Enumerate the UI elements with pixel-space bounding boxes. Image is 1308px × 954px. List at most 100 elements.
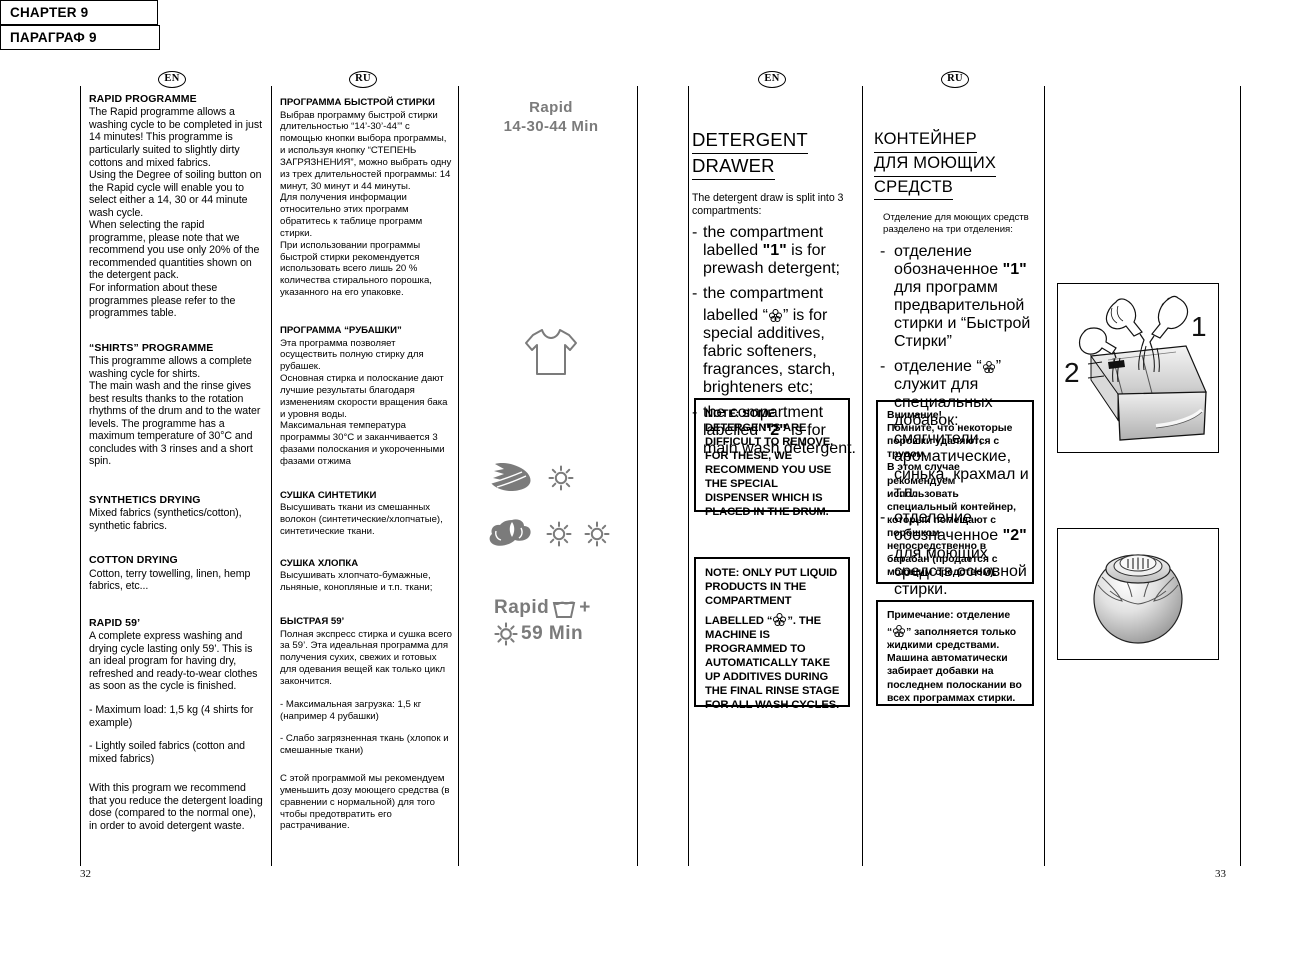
manual-spread: EN RU EN RU RAPID PROGRAMME The Rapid pr… (0, 0, 1308, 954)
bullet-dash: - (880, 357, 886, 375)
page-title-en-line2: DRAWER (692, 154, 775, 181)
column-rule (271, 86, 272, 866)
bullet-1-pre-ru: отделение обозначенное (894, 242, 1003, 278)
note-box-liquid-line1-ru: Примечание: отделение (887, 610, 1011, 621)
tshirt-icon-wrap (466, 326, 636, 378)
bullet-1-bold: "1" (762, 242, 787, 260)
note-label-post-ru: ” заполняется только жидкими средствами.… (887, 627, 1022, 704)
heading-shirts-programme-ru: ПРОГРАММА “РУБАШКИ” (280, 325, 402, 336)
page-number-left: 32 (80, 868, 91, 880)
dispenser-ball-illustration (1057, 528, 1219, 660)
en-programmes-column: RAPID PROGRAMME The Rapid programme allo… (89, 93, 263, 832)
chapter-label-en: CHAPTER 9 (10, 5, 89, 20)
column-rule (1044, 86, 1045, 866)
feather-icon (490, 463, 531, 492)
body-synthetics-drying-ru: Высушивать ткани из смешанных волокон (с… (280, 502, 443, 537)
rapid-59-bullet-fabrics: - Lightly soiled fabrics (cotton and mix… (89, 740, 246, 765)
rapid-59-minutes: 59 Min (521, 622, 584, 644)
note-box-liquid-line2-en: LABELLED “ ”. THE MACHINE IS PROGRAMMED … (705, 613, 840, 712)
sun-icon (494, 622, 518, 646)
body-cotton-drying: Cotton, terry towelling, linen, hemp fab… (89, 567, 251, 593)
bullet-dash: - (692, 285, 698, 303)
bullet-2-pre-ru: отделение “ (894, 357, 982, 375)
page-number-right: 33 (1215, 868, 1226, 880)
rapid-icon-label-line2: 14-30-44 Min (503, 118, 599, 136)
flower-icon (768, 309, 782, 323)
bullet-1-post-ru: для программ предварительной стирки и “Б… (894, 278, 1031, 350)
drawer-bullet-1-ru: - отделение обозначенное "1" для програм… (880, 243, 1042, 351)
rapid-59-word: Rapid (494, 597, 550, 619)
bullet-2-detail: labelled “ ” is for special additives, f… (703, 307, 856, 397)
drawer-bullet-1-en: - the compartment labelled "1" is for pr… (692, 224, 856, 278)
language-badge-en: EN (758, 71, 786, 88)
rapid-icon-label: Rapid 14-30-44 Min (466, 98, 636, 136)
drawer-bullet-2-en: - the compartment labelled “ ” is for sp… (692, 285, 856, 397)
body-rapid-programme-ru: Выбрав программу быстрой стирки длительн… (280, 109, 452, 299)
column-rule (637, 86, 638, 866)
note-box-liquid-ru: Примечание: отделение “ ” заполняется то… (876, 600, 1034, 706)
flower-icon (773, 613, 787, 627)
note-label-pre: LABELLED “ (705, 615, 773, 628)
body-synthetics-drying: Mixed fabrics (synthetics/cotton), synth… (89, 507, 242, 532)
language-badge-ru-label: RU (355, 73, 371, 85)
body-shirts-programme-ru: Эта программа позволяет осуществить полн… (280, 337, 448, 467)
body-cotton-drying-ru: Высушивать хлопчато-бумажные, льняные, к… (280, 570, 433, 594)
body-shirts-programme: This programme allows a complete washing… (89, 355, 261, 468)
bullet-dash: - (692, 224, 698, 242)
bullet-dash: - (880, 242, 886, 260)
body-rapid-programme: The Rapid programme allows a washing cyc… (89, 106, 263, 320)
drawer-intro-ru: Отделение для моющих средств разделено н… (883, 212, 1029, 236)
rapid-59-plus: + (579, 597, 591, 619)
column-rule (458, 86, 459, 866)
rapid-59-line2: 59 Min (494, 622, 636, 646)
heading-rapid-programme: RAPID PROGRAMME (89, 93, 197, 105)
body-rapid-59: A complete express washing and drying cy… (89, 630, 258, 693)
page-title-ru-line3: СРЕДСТВ (874, 177, 953, 201)
cotton-drying-symbols (466, 517, 636, 551)
heading-cotton-drying-ru: СУШКА ХЛОПКА (280, 557, 359, 569)
detergent-drawer-drawing: 1 2 (1064, 295, 1207, 441)
synthetics-drying-symbols (466, 461, 636, 495)
column-rule (1240, 86, 1241, 866)
column-rule (80, 86, 81, 866)
note-box-warning-ru: Внимание! Помните, что некоторые порошки… (876, 400, 1034, 584)
chapter-box-en: CHAPTER 9 (0, 0, 158, 25)
rapid-59-bullet-max-load-ru: - Максимальная загрузка: 1,5 кг (наприме… (280, 698, 422, 722)
bullet-2-pre: the compartment (703, 285, 824, 303)
heading-rapid-59: RAPID 59’ (89, 616, 141, 629)
drawer-label-2: 2 (1064, 357, 1080, 388)
sun-icon (546, 521, 572, 547)
language-badge-ru: RU (941, 71, 969, 88)
page-title-ru-line1: КОНТЕЙНЕР (874, 129, 977, 153)
language-badge-ru: RU (349, 71, 377, 88)
language-badge-en-label: EN (164, 73, 180, 85)
chapter-box-ru: ПАРАГРАФ 9 (0, 25, 160, 50)
rapid-59-detergent-note: With this program we recommend that you … (89, 782, 263, 832)
ru-programmes-column: ПРОГРАММА БЫСТРОЙ СТИРКИ Выбрав программ… (280, 97, 452, 832)
column-rule (862, 86, 863, 866)
page-title-en-line1: DETERGENT (692, 128, 808, 155)
detergent-drawer-illustration: 1 2 (1057, 283, 1219, 453)
heading-synthetics-drying-ru: СУШКА СИНТЕТИКИ (280, 489, 377, 501)
note-box-detergents-text-en: NOTE: SOME DETERGENTS ARE DIFFICULT TO R… (705, 408, 834, 519)
rapid-59-bullet-max-load: - Maximum load: 1,5 kg (4 shirts for exa… (89, 704, 254, 729)
note-box-liquid-en: NOTE: ONLY PUT LIQUID PRODUCTS IN THE CO… (694, 557, 850, 711)
flower-icon (982, 360, 995, 373)
sun-icon (584, 521, 610, 547)
sun-icon (548, 465, 574, 491)
bullet-2-detail-pre: labelled “ (703, 307, 768, 325)
note-box-warning-text-ru: Внимание! Помните, что некоторые порошки… (887, 410, 1016, 579)
rapid-icon-label-line1: Rapid (529, 99, 573, 116)
chapter-label-ru: ПАРАГРАФ 9 (10, 30, 97, 45)
programme-icon-column: Rapid 14-30-44 Min Rapid + 59 Min (466, 98, 636, 646)
language-badge-en: EN (158, 71, 186, 88)
note-label-post: ”. THE MACHINE IS PROGRAMMED TO AUTOMATI… (705, 615, 840, 712)
cotton-boll-icon (489, 519, 531, 547)
note-box-liquid-line2-ru: “ ” заполняется только жидкими средствам… (887, 625, 1024, 705)
heading-synthetics-drying: SYNTHETICS DRYING (89, 493, 201, 506)
heading-rapid-59-ru: БЫСТРАЯ 59’ (280, 616, 345, 627)
rapid-59-bullet-fabrics-ru: - Слабо загрязненная ткань (хлопок и сме… (280, 733, 449, 757)
heading-rapid-programme-ru: ПРОГРАММА БЫСТРОЙ СТИРКИ (280, 97, 435, 108)
flower-icon (893, 625, 906, 638)
rapid-59-detergent-note-ru: С этой программой мы рекомендуем уменьши… (280, 773, 450, 832)
